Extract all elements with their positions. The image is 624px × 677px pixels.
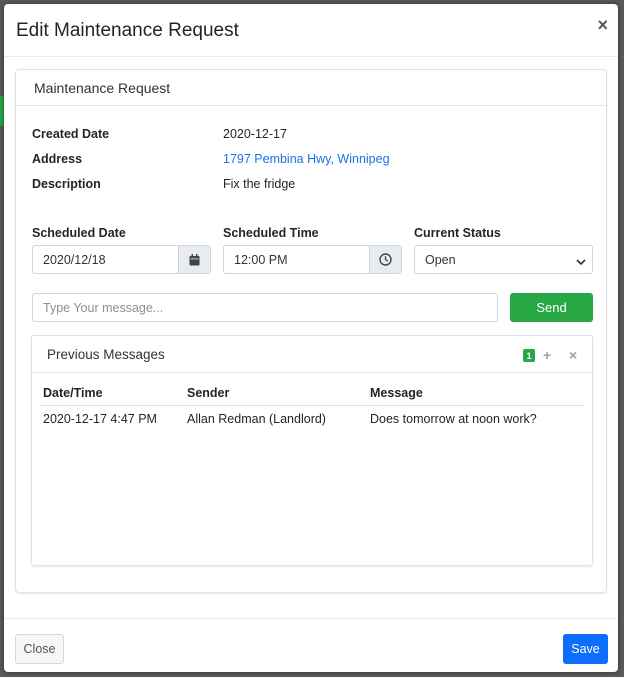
scheduled-date-label: Scheduled Date xyxy=(32,226,126,240)
info-label: Created Date xyxy=(32,127,110,141)
plus-icon[interactable]: + xyxy=(543,348,551,362)
message-count-badge: 1 xyxy=(523,349,535,362)
modal-title: Edit Maintenance Request xyxy=(16,20,239,41)
scheduled-time-input[interactable]: 12:00 PM xyxy=(223,245,402,274)
previous-messages-title: Previous Messages xyxy=(47,347,165,362)
modal-header: Edit Maintenance Request × xyxy=(4,4,618,57)
table-cell: Does tomorrow at noon work? xyxy=(370,412,537,426)
address-link[interactable]: 1797 Pembina Hwy, Winnipeg xyxy=(223,152,390,166)
card-header: Maintenance Request xyxy=(16,70,606,106)
table-cell: Allan Redman (Landlord) xyxy=(187,412,326,426)
previous-messages-header: Previous Messages 1 + × xyxy=(32,336,592,373)
close-icon[interactable]: × xyxy=(597,16,608,34)
table-header: Date/Time Sender Message xyxy=(40,380,585,406)
table-cell: 2020-12-17 4:47 PM xyxy=(43,412,157,426)
info-value: Fix the fridge xyxy=(223,177,296,191)
current-status-label: Current Status xyxy=(414,226,501,240)
message-input[interactable]: Type Your message... xyxy=(32,293,498,322)
status-selected-value: Open xyxy=(425,253,456,267)
calendar-icon[interactable] xyxy=(178,246,210,273)
edit-maintenance-modal: Edit Maintenance Request × Maintenance R… xyxy=(4,4,618,672)
scheduled-date-input[interactable]: 2020/12/18 xyxy=(32,245,211,274)
column-header: Message xyxy=(370,386,423,400)
save-button[interactable]: Save xyxy=(563,634,608,664)
info-label: Description xyxy=(32,177,101,191)
info-value: 2020-12-17 xyxy=(223,127,287,141)
chevron-down-icon xyxy=(576,255,586,269)
close-button[interactable]: Close xyxy=(15,634,64,664)
table-row: 2020-12-17 4:47 PM Allan Redman (Landlor… xyxy=(40,406,585,432)
modal-footer: Close Save xyxy=(4,618,618,673)
current-status-select[interactable]: Open xyxy=(414,245,593,274)
scheduled-time-value: 12:00 PM xyxy=(234,253,288,267)
column-header: Date/Time xyxy=(43,386,103,400)
previous-messages-card: Previous Messages 1 + × Date/Time Sender… xyxy=(31,335,593,566)
close-icon[interactable]: × xyxy=(569,348,577,362)
messages-table: Date/Time Sender Message 2020-12-17 4:47… xyxy=(40,380,585,432)
clock-icon[interactable] xyxy=(369,246,401,273)
send-button[interactable]: Send xyxy=(510,293,593,322)
maintenance-request-card: Maintenance Request Created Date 2020-12… xyxy=(15,69,607,593)
card-title: Maintenance Request xyxy=(34,80,171,96)
info-label: Address xyxy=(32,152,83,166)
scheduled-time-label: Scheduled Time xyxy=(223,226,319,240)
scheduled-date-value: 2020/12/18 xyxy=(43,253,106,267)
column-header: Sender xyxy=(187,386,230,400)
